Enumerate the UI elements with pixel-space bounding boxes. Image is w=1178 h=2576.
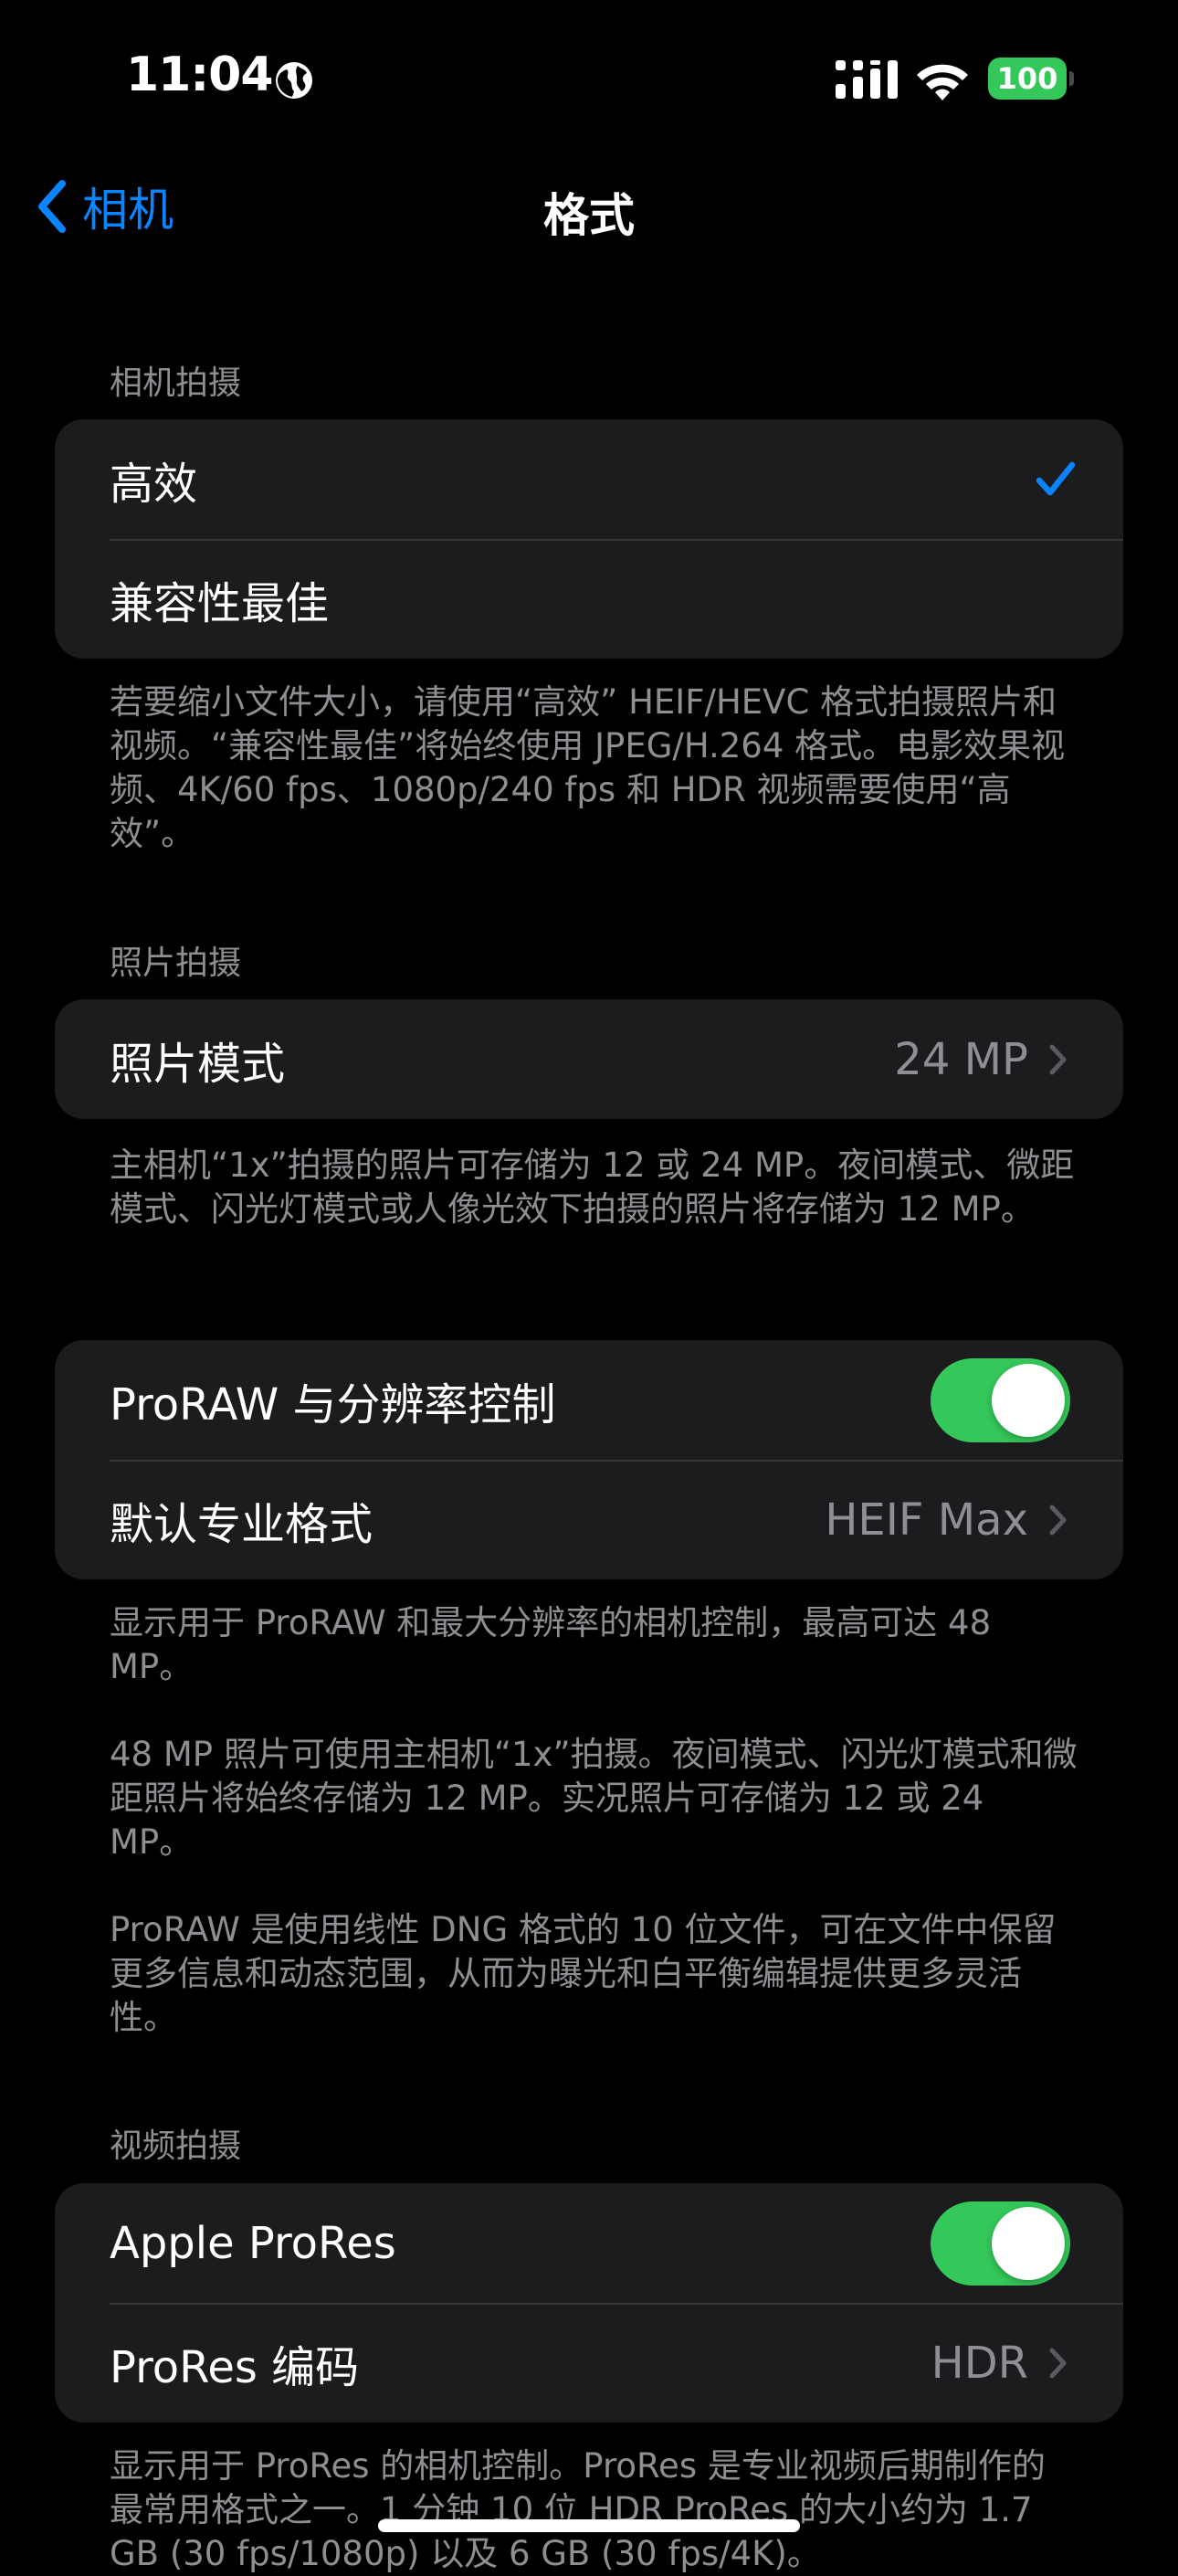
status-bar: 11:04 100: [0, 0, 1178, 155]
option-high-efficiency[interactable]: 高效: [55, 419, 1123, 539]
camera-capture-group: 高效 兼容性最佳: [55, 419, 1123, 659]
status-time: 11:04: [126, 48, 274, 102]
globe-icon: [276, 62, 312, 99]
section-header-camera-capture: 相机拍摄: [110, 364, 242, 402]
section-header-video-capture: 视频拍摄: [110, 2127, 242, 2165]
apple-prores-label: Apple ProRes: [110, 2217, 396, 2269]
photo-capture-group: 照片模式 24 MP: [55, 999, 1123, 1119]
default-pro-format-value: HEIF Max: [825, 1494, 1028, 1546]
proraw-group: ProRAW 与分辨率控制 默认专业格式 HEIF Max: [55, 1340, 1123, 1579]
page-title: 格式: [543, 189, 635, 242]
section-header-photo-capture: 照片拍摄: [110, 945, 242, 982]
video-capture-group: Apple ProRes ProRes 编码 HDR: [55, 2183, 1123, 2423]
proraw-toggle-row: ProRAW 与分辨率控制: [55, 1340, 1123, 1460]
apple-prores-toggle[interactable]: [931, 2201, 1070, 2286]
wifi-icon: [917, 64, 968, 100]
photo-mode-value: 24 MP: [894, 1033, 1028, 1085]
option-label: 兼容性最佳: [110, 577, 330, 629]
chevron-right-icon: [1049, 1504, 1067, 1535]
home-indicator[interactable]: [378, 2519, 800, 2532]
camera-capture-footer: 若要缩小文件大小，请使用“高效” HEIF/HEVC 格式拍摄照片和视频。“兼容…: [110, 682, 1066, 853]
toggle-knob: [992, 1363, 1065, 1437]
photo-mode-label: 照片模式: [110, 1038, 286, 1090]
cellular-signal-icon: [836, 60, 898, 99]
option-most-compatible[interactable]: 兼容性最佳: [55, 539, 1123, 659]
apple-prores-row: Apple ProRes: [55, 2183, 1123, 2303]
video-capture-footer: 显示用于 ProRes 的相机控制。ProRes 是专业视频后期制作的最常用格式…: [110, 2446, 1046, 2573]
battery-icon: 100: [988, 58, 1074, 100]
prores-encoding-row[interactable]: ProRes 编码 HDR: [55, 2303, 1123, 2423]
proraw-footer-2: 48 MP 照片可使用主相机“1x”拍摄。夜间模式、闪光灯模式和微距照片将始终存…: [110, 1735, 1078, 1862]
chevron-right-icon: [1049, 2348, 1067, 2378]
prores-encoding-label: ProRes 编码: [110, 2341, 360, 2393]
photo-capture-footer: 主相机“1x”拍摄的照片可存储为 12 或 24 MP。夜间模式、微距模式、闪光…: [110, 1145, 1075, 1229]
navigation-bar: 相机 格式: [0, 164, 1178, 247]
proraw-toggle[interactable]: [931, 1357, 1070, 1442]
proraw-footer-3: ProRAW 是使用线性 DNG 格式的 10 位文件，可在文件中保留更多信息和…: [110, 1910, 1057, 2037]
battery-level: 100: [988, 58, 1067, 100]
proraw-footer-1: 显示用于 ProRAW 和最大分辨率的相机控制，最高可达 48 MP。: [110, 1603, 992, 1686]
checkmark-icon: [1036, 461, 1076, 495]
toggle-knob: [992, 2206, 1065, 2280]
chevron-right-icon: [1049, 1044, 1067, 1074]
prores-encoding-value: HDR: [931, 2337, 1028, 2389]
default-pro-format-row[interactable]: 默认专业格式 HEIF Max: [55, 1460, 1123, 1579]
option-label: 高效: [110, 458, 198, 510]
default-pro-format-label: 默认专业格式: [110, 1498, 373, 1550]
battery-cap: [1069, 71, 1074, 86]
photo-mode-row[interactable]: 照片模式 24 MP: [55, 999, 1123, 1119]
proraw-toggle-label: ProRAW 与分辨率控制: [110, 1378, 556, 1431]
